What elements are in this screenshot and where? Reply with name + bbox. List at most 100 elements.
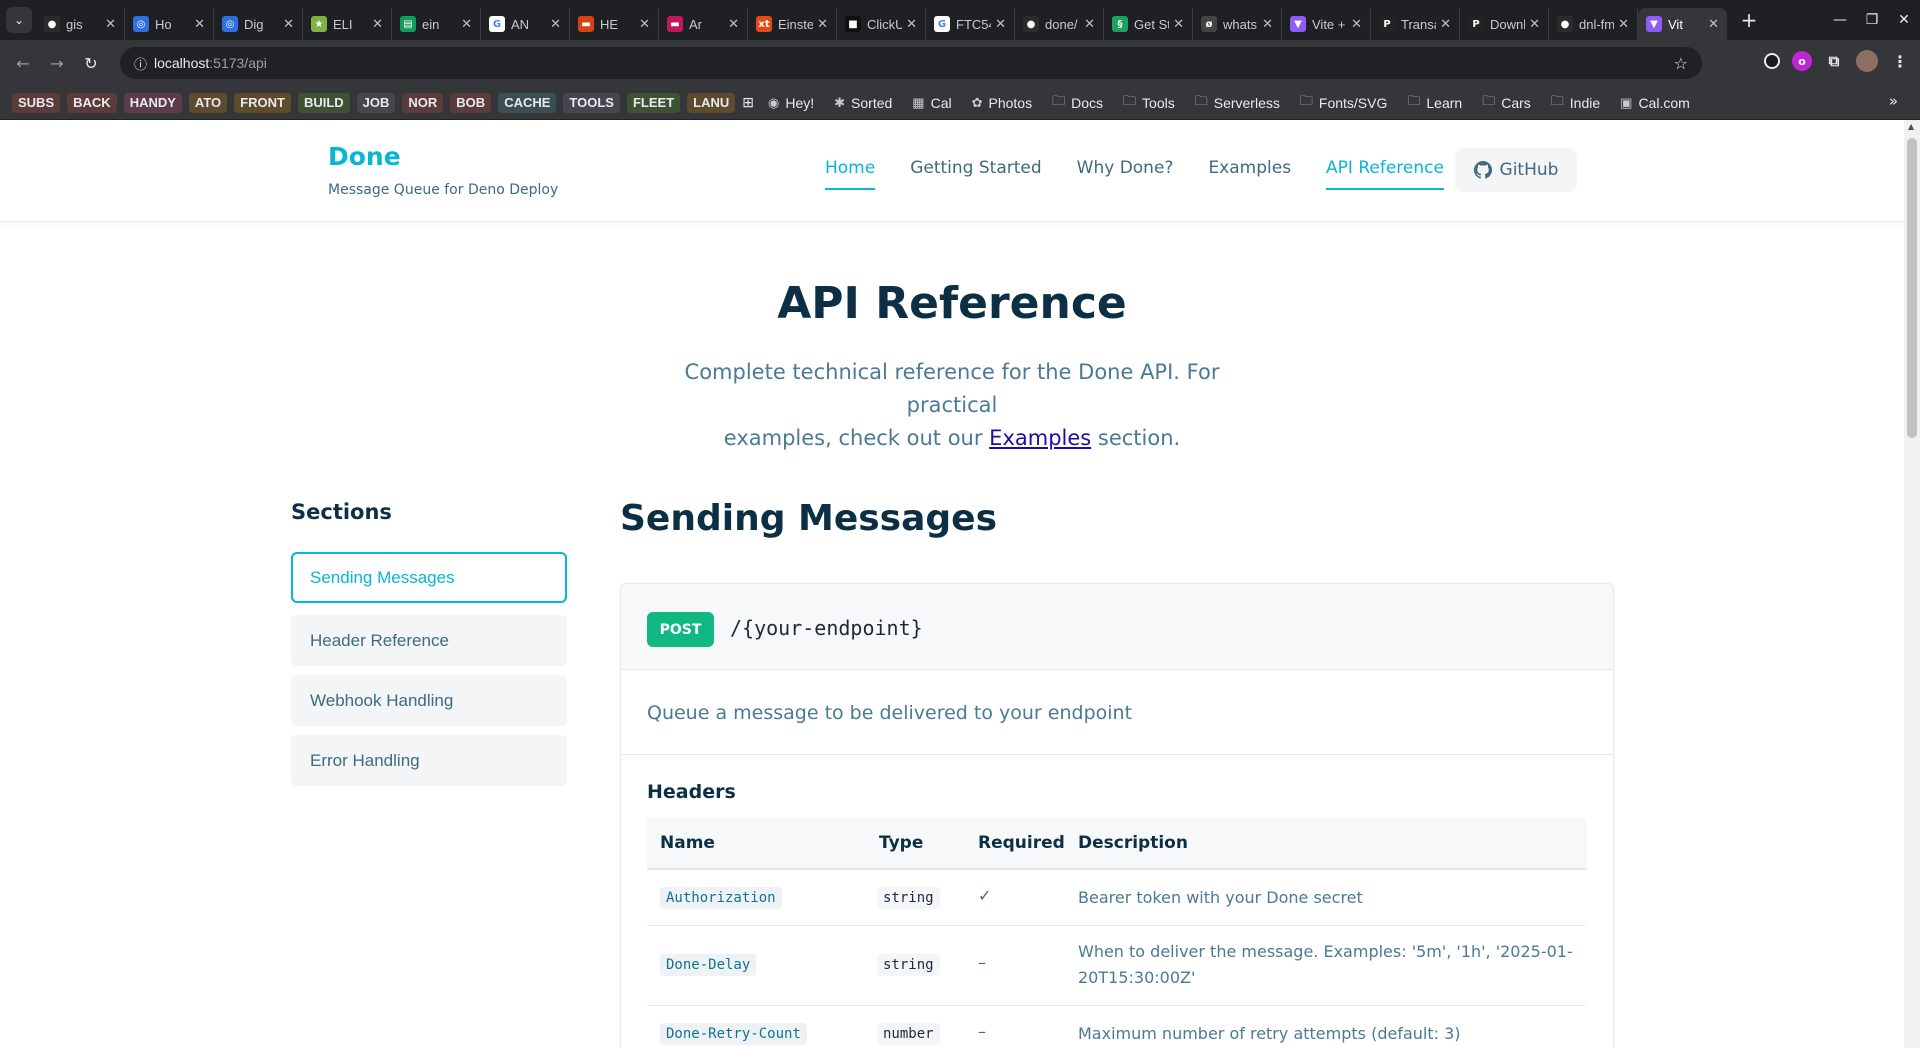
- browser-tab[interactable]: ▤ ein ✕: [392, 8, 481, 40]
- more-bookmarks-icon[interactable]: »: [1889, 92, 1898, 110]
- browser-tab[interactable]: ▬ Ar ✕: [659, 8, 748, 40]
- bookmark-folder-chip[interactable]: BUILD: [297, 92, 350, 113]
- bookmark-folder-chip[interactable]: ATO: [188, 92, 228, 113]
- bookmarks-bar: SUBS BACK HANDY ATO FRONT BUILD JOB NOR BOB CACHE…: [0, 86, 1920, 120]
- close-tab-icon[interactable]: ✕: [728, 17, 739, 32]
- nav-examples[interactable]: Examples: [1208, 158, 1291, 190]
- close-tab-icon[interactable]: ✕: [1440, 17, 1451, 32]
- close-tab-icon[interactable]: ✕: [461, 17, 472, 32]
- browser-tab[interactable]: ▬ HE ✕: [570, 8, 659, 40]
- browser-tab[interactable]: G AN ✕: [481, 8, 570, 40]
- bookmark-item[interactable]: 🗀 Fonts/SVG: [1300, 92, 1387, 114]
- close-tab-icon[interactable]: ✕: [1618, 17, 1629, 32]
- close-tab-icon[interactable]: ✕: [995, 17, 1006, 32]
- browser-tab[interactable]: ● dnl-fm ✕: [1549, 8, 1638, 40]
- close-tab-icon[interactable]: ✕: [906, 17, 917, 32]
- close-tab-icon[interactable]: ✕: [1262, 17, 1273, 32]
- browser-tab[interactable]: P Downl ✕: [1460, 8, 1549, 40]
- sidebar-item-sending-messages[interactable]: Sending Messages: [291, 552, 567, 603]
- bookmark-folder-chip[interactable]: HANDY: [123, 92, 182, 113]
- browser-tab[interactable]: ★ ELI ✕: [303, 8, 392, 40]
- reload-icon[interactable]: ↻: [74, 46, 108, 80]
- close-tab-icon[interactable]: ✕: [1173, 17, 1184, 32]
- browser-tab[interactable]: P Transa ✕: [1371, 8, 1460, 40]
- close-window-icon[interactable]: ✕: [1888, 12, 1920, 28]
- browser-tab[interactable]: ø whats ✕: [1193, 8, 1282, 40]
- back-icon[interactable]: ←: [6, 46, 40, 80]
- minimize-icon[interactable]: —: [1824, 12, 1856, 28]
- new-tab-button[interactable]: +: [1733, 4, 1765, 36]
- profile-avatar[interactable]: [1856, 50, 1878, 72]
- bookmark-item[interactable]: ✱ Sorted: [834, 95, 892, 111]
- bookmark-folder-chip[interactable]: JOB: [356, 92, 396, 113]
- browser-tab[interactable]: ▼ Vit ✕: [1638, 8, 1727, 40]
- extensions-puzzle-icon[interactable]: ⧉: [1824, 51, 1844, 71]
- bookmark-folder-chip[interactable]: TOOLS: [563, 92, 620, 113]
- bookmark-folder-chip[interactable]: FRONT: [234, 92, 291, 113]
- tab-search-dropdown-icon[interactable]: ⌄: [6, 7, 32, 33]
- close-tab-icon[interactable]: ✕: [639, 17, 650, 32]
- nav-api-reference[interactable]: API Reference: [1326, 158, 1444, 190]
- close-tab-icon[interactable]: ✕: [283, 17, 294, 32]
- nav-why-done[interactable]: Why Done?: [1077, 158, 1174, 190]
- tab-label: Einste: [778, 16, 814, 32]
- address-bar[interactable]: ⓘ localhost:5173/api ☆: [120, 47, 1702, 79]
- password-manager-icon[interactable]: [1764, 53, 1780, 69]
- bookmark-folder-chip[interactable]: SUBS: [12, 92, 61, 113]
- browser-tab[interactable]: G FTC54 ✕: [926, 8, 1015, 40]
- sidebar-item-webhook-handling[interactable]: Webhook Handling: [291, 675, 567, 726]
- brand-title[interactable]: Done: [328, 142, 401, 171]
- bookmark-item[interactable]: 🗀 Learn: [1407, 92, 1462, 114]
- bookmark-folder-chip[interactable]: LANU: [687, 92, 736, 113]
- scrollbar-thumb[interactable]: [1907, 138, 1917, 438]
- bookmark-item[interactable]: ◉ Hey!: [768, 95, 814, 111]
- nav-getting-started[interactable]: Getting Started: [910, 158, 1041, 190]
- bookmark-folder-chip[interactable]: BOB: [450, 92, 492, 113]
- github-button[interactable]: GitHub: [1455, 148, 1577, 192]
- apps-grid-icon[interactable]: ⊞: [742, 94, 754, 111]
- browser-tab[interactable]: ▼ Vite + ✕: [1282, 8, 1371, 40]
- bookmark-item[interactable]: ▦ Cal: [912, 95, 951, 111]
- close-tab-icon[interactable]: ✕: [372, 17, 383, 32]
- extension-o-icon[interactable]: o: [1792, 51, 1812, 71]
- nav-home[interactable]: Home: [825, 158, 876, 190]
- page-scrollbar[interactable]: ▲: [1904, 120, 1920, 1048]
- forward-icon[interactable]: →: [40, 46, 74, 80]
- browser-tab[interactable]: ● gis ✕: [36, 8, 125, 40]
- bookmark-item[interactable]: 🗀 Cars: [1482, 92, 1531, 114]
- close-tab-icon[interactable]: ✕: [105, 17, 116, 32]
- section-title: Sending Messages: [620, 498, 998, 539]
- bookmark-item[interactable]: ✿ Photos: [972, 95, 1033, 111]
- close-tab-icon[interactable]: ✕: [1351, 17, 1362, 32]
- site-info-icon[interactable]: ⓘ: [134, 54, 154, 73]
- browser-tab[interactable]: xt Einste ✕: [748, 8, 837, 40]
- browser-menu-icon[interactable]: ⋮: [1890, 51, 1910, 71]
- browser-tab[interactable]: ● done/ ✕: [1015, 8, 1104, 40]
- bookmark-item[interactable]: 🗀 Serverless: [1195, 92, 1280, 114]
- bookmark-item[interactable]: 🗀 Docs: [1052, 92, 1103, 114]
- browser-tab[interactable]: § Get St ✕: [1104, 8, 1193, 40]
- browser-tab[interactable]: ◎ Ho ✕: [125, 8, 214, 40]
- browser-tab[interactable]: ◎ Dig ✕: [214, 8, 303, 40]
- close-tab-icon[interactable]: ✕: [1084, 17, 1095, 32]
- close-tab-icon[interactable]: ✕: [194, 17, 205, 32]
- bookmark-folder-chip[interactable]: FLEET: [626, 92, 681, 113]
- close-tab-icon[interactable]: ✕: [1708, 17, 1719, 32]
- bookmark-item[interactable]: ▣ Cal.com: [1620, 95, 1690, 111]
- bookmark-star-icon[interactable]: ☆: [1674, 54, 1688, 73]
- browser-tab[interactable]: ■ ClickU ✕: [837, 8, 926, 40]
- close-tab-icon[interactable]: ✕: [1529, 17, 1540, 32]
- examples-link[interactable]: Examples: [989, 426, 1091, 450]
- close-tab-icon[interactable]: ✕: [817, 17, 828, 32]
- bookmark-folder-chip[interactable]: CACHE: [498, 92, 557, 113]
- bookmark-item[interactable]: 🗀 Tools: [1123, 92, 1175, 114]
- bookmark-item[interactable]: 🗀 Indie: [1551, 92, 1600, 114]
- close-tab-icon[interactable]: ✕: [550, 17, 561, 32]
- bookmark-folder-chip[interactable]: NOR: [402, 92, 444, 113]
- headers-title: Headers: [647, 781, 736, 803]
- sidebar-item-error-handling[interactable]: Error Handling: [291, 735, 567, 786]
- restore-icon[interactable]: ❐: [1856, 12, 1888, 28]
- scroll-up-icon[interactable]: ▲: [1908, 122, 1914, 131]
- sidebar-item-header-reference[interactable]: Header Reference: [291, 615, 567, 666]
- bookmark-folder-chip[interactable]: BACK: [67, 92, 117, 113]
